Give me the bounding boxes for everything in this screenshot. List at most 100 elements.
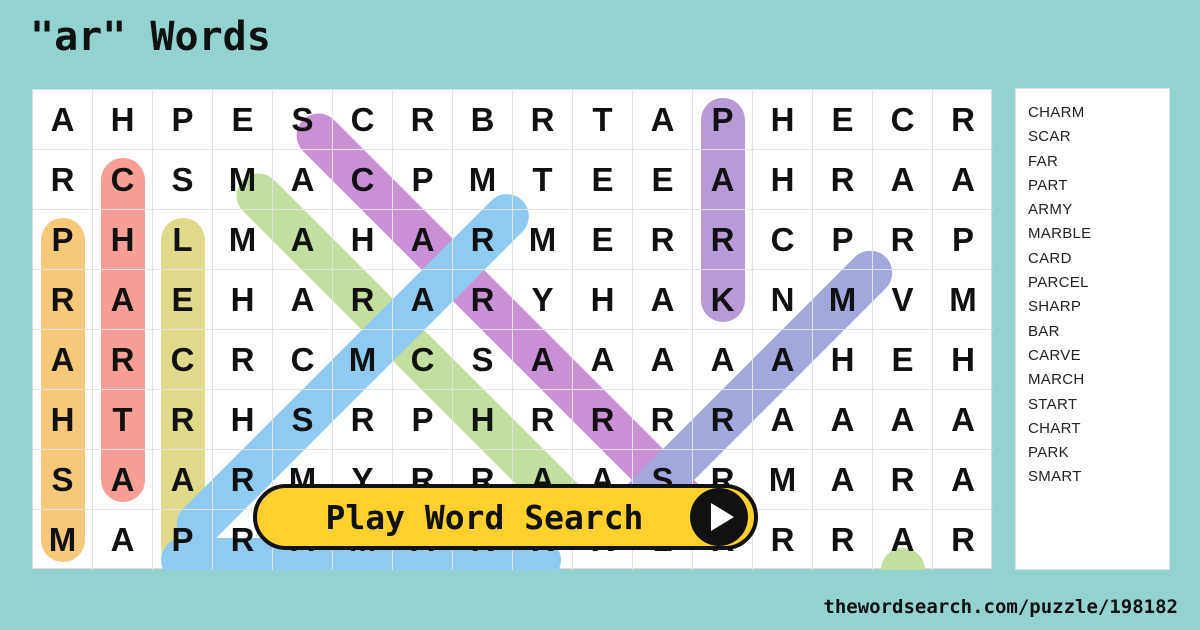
- grid-cell[interactable]: N: [753, 270, 813, 330]
- grid-cell[interactable]: H: [453, 390, 513, 450]
- grid-cell[interactable]: C: [153, 330, 213, 390]
- grid-cell[interactable]: H: [33, 390, 93, 450]
- grid-cell[interactable]: A: [753, 330, 813, 390]
- grid-cell[interactable]: S: [33, 450, 93, 510]
- grid-cell[interactable]: E: [873, 330, 933, 390]
- grid-cell[interactable]: R: [633, 390, 693, 450]
- grid-cell[interactable]: A: [873, 510, 933, 570]
- grid-cell[interactable]: A: [753, 390, 813, 450]
- grid-cell[interactable]: T: [573, 90, 633, 150]
- grid-cell[interactable]: H: [213, 270, 273, 330]
- grid-cell[interactable]: K: [693, 270, 753, 330]
- grid-cell[interactable]: R: [873, 210, 933, 270]
- grid-cell[interactable]: T: [513, 150, 573, 210]
- grid-cell[interactable]: P: [813, 210, 873, 270]
- grid-cell[interactable]: H: [213, 390, 273, 450]
- grid-cell[interactable]: E: [573, 210, 633, 270]
- grid-cell[interactable]: P: [693, 90, 753, 150]
- grid-cell[interactable]: M: [453, 150, 513, 210]
- grid-cell[interactable]: M: [753, 450, 813, 510]
- grid-cell[interactable]: R: [393, 90, 453, 150]
- grid-cell[interactable]: R: [633, 210, 693, 270]
- grid-cell[interactable]: R: [93, 330, 153, 390]
- grid-cell[interactable]: A: [633, 270, 693, 330]
- grid-cell[interactable]: V: [873, 270, 933, 330]
- grid-cell[interactable]: C: [273, 330, 333, 390]
- grid-cell[interactable]: E: [633, 150, 693, 210]
- grid-cell[interactable]: A: [933, 450, 993, 510]
- grid-cell[interactable]: P: [153, 90, 213, 150]
- grid-cell[interactable]: C: [393, 330, 453, 390]
- grid-cell[interactable]: H: [813, 330, 873, 390]
- grid-cell[interactable]: R: [573, 390, 633, 450]
- grid-cell[interactable]: A: [393, 270, 453, 330]
- grid-cell[interactable]: A: [693, 150, 753, 210]
- grid-cell[interactable]: C: [333, 150, 393, 210]
- grid-cell[interactable]: R: [513, 390, 573, 450]
- grid-cell[interactable]: R: [693, 210, 753, 270]
- grid-cell[interactable]: R: [33, 150, 93, 210]
- grid-cell[interactable]: S: [273, 90, 333, 150]
- grid-cell[interactable]: A: [573, 330, 633, 390]
- grid-cell[interactable]: R: [333, 390, 393, 450]
- grid-cell[interactable]: R: [213, 330, 273, 390]
- grid-cell[interactable]: E: [813, 90, 873, 150]
- grid-cell[interactable]: R: [813, 510, 873, 570]
- grid-cell[interactable]: A: [693, 330, 753, 390]
- grid-cell[interactable]: Y: [513, 270, 573, 330]
- grid-cell[interactable]: M: [933, 270, 993, 330]
- grid-cell[interactable]: R: [33, 270, 93, 330]
- grid-cell[interactable]: A: [393, 210, 453, 270]
- grid-cell[interactable]: R: [873, 450, 933, 510]
- grid-cell[interactable]: A: [933, 390, 993, 450]
- grid-cell[interactable]: R: [813, 150, 873, 210]
- grid-cell[interactable]: H: [333, 210, 393, 270]
- grid-cell[interactable]: S: [153, 150, 213, 210]
- grid-cell[interactable]: A: [513, 330, 573, 390]
- grid-cell[interactable]: R: [513, 90, 573, 150]
- grid-cell[interactable]: P: [933, 210, 993, 270]
- grid-cell[interactable]: P: [393, 390, 453, 450]
- grid-cell[interactable]: R: [933, 510, 993, 570]
- grid-cell[interactable]: E: [573, 150, 633, 210]
- grid-cell[interactable]: M: [813, 270, 873, 330]
- grid-cell[interactable]: E: [153, 270, 213, 330]
- grid-cell[interactable]: L: [153, 210, 213, 270]
- grid-cell[interactable]: A: [813, 390, 873, 450]
- play-word-search-button[interactable]: Play Word Search: [253, 484, 758, 550]
- grid-cell[interactable]: A: [633, 330, 693, 390]
- grid-cell[interactable]: A: [33, 90, 93, 150]
- grid-cell[interactable]: A: [153, 450, 213, 510]
- grid-cell[interactable]: C: [873, 90, 933, 150]
- grid-cell[interactable]: A: [933, 150, 993, 210]
- grid-cell[interactable]: A: [813, 450, 873, 510]
- grid-cell[interactable]: S: [453, 330, 513, 390]
- grid-cell[interactable]: A: [93, 510, 153, 570]
- grid-cell[interactable]: A: [93, 450, 153, 510]
- grid-cell[interactable]: A: [93, 270, 153, 330]
- grid-cell[interactable]: H: [753, 150, 813, 210]
- grid-cell[interactable]: H: [573, 270, 633, 330]
- grid-cell[interactable]: R: [453, 270, 513, 330]
- grid-cell[interactable]: C: [753, 210, 813, 270]
- grid-cell[interactable]: A: [273, 270, 333, 330]
- grid-cell[interactable]: A: [633, 90, 693, 150]
- grid-cell[interactable]: B: [453, 90, 513, 150]
- grid-cell[interactable]: A: [873, 390, 933, 450]
- grid-cell[interactable]: E: [213, 90, 273, 150]
- grid-cell[interactable]: H: [93, 210, 153, 270]
- grid-cell[interactable]: R: [693, 390, 753, 450]
- grid-cell[interactable]: H: [933, 330, 993, 390]
- grid-cell[interactable]: M: [513, 210, 573, 270]
- grid-cell[interactable]: M: [333, 330, 393, 390]
- grid-cell[interactable]: R: [753, 510, 813, 570]
- grid-cell[interactable]: M: [33, 510, 93, 570]
- grid-cell[interactable]: M: [213, 150, 273, 210]
- grid-cell[interactable]: R: [333, 270, 393, 330]
- grid-cell[interactable]: P: [33, 210, 93, 270]
- grid-cell[interactable]: H: [93, 90, 153, 150]
- grid-cell[interactable]: A: [33, 330, 93, 390]
- grid-cell[interactable]: P: [153, 510, 213, 570]
- grid-cell[interactable]: A: [273, 150, 333, 210]
- grid-cell[interactable]: R: [453, 210, 513, 270]
